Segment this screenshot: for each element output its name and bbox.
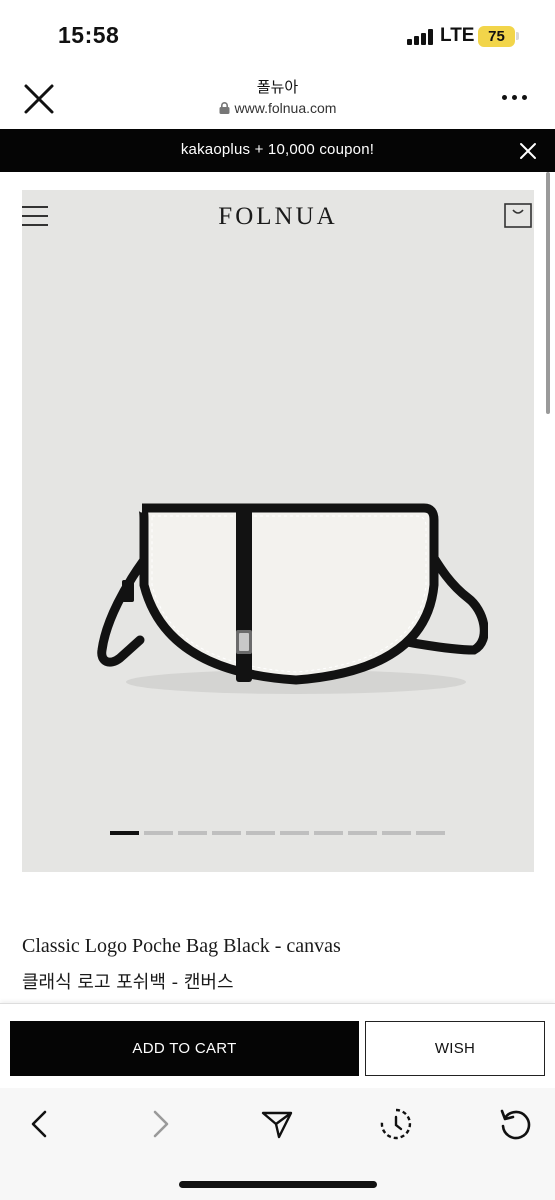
add-to-cart-button[interactable]: ADD TO CART [10, 1021, 359, 1076]
promo-text: kakaoplus + 10,000 coupon! [180, 141, 375, 158]
gallery-pagination [110, 831, 450, 835]
history-icon[interactable] [378, 1106, 414, 1142]
reload-icon[interactable] [497, 1106, 533, 1142]
page-title: 폴뉴아 [256, 78, 299, 96]
shopping-bag-icon[interactable] [504, 203, 532, 228]
home-indicator [179, 1181, 377, 1188]
product-name: Classic Logo Poche Bag Black - canvas [22, 935, 341, 957]
browser-toolbar [0, 1088, 555, 1200]
status-bar: 15:58 LTE 75 [0, 0, 555, 70]
gallery-dot[interactable] [314, 831, 343, 835]
address-bar[interactable]: www.folnua.com [0, 100, 555, 116]
wish-button[interactable]: WISH [365, 1021, 545, 1076]
send-icon[interactable] [259, 1106, 295, 1142]
url-text: www.folnua.com [234, 100, 337, 116]
product-gallery[interactable]: FOLNUA [22, 190, 534, 872]
network-type: LTE [440, 25, 475, 46]
signal-icon [407, 29, 435, 45]
scrollbar[interactable] [546, 172, 550, 414]
gallery-dot[interactable] [110, 831, 139, 835]
chevron-right-icon[interactable] [142, 1106, 178, 1142]
battery-tip [516, 32, 519, 40]
gallery-dot[interactable] [280, 831, 309, 835]
promo-close-icon[interactable] [518, 141, 538, 161]
product-image [97, 503, 488, 694]
more-icon[interactable] [502, 92, 528, 102]
lock-icon [219, 101, 230, 114]
gallery-dot[interactable] [246, 831, 275, 835]
status-time: 15:58 [58, 22, 120, 48]
gallery-dot[interactable] [416, 831, 445, 835]
gallery-dot[interactable] [382, 831, 411, 835]
promo-banner: kakaoplus + 10,000 coupon! [0, 129, 555, 172]
browser-header: 폴뉴아 www.folnua.com [0, 70, 555, 128]
chevron-left-icon[interactable] [22, 1106, 58, 1142]
battery-icon: 75 [478, 26, 515, 47]
gallery-dot[interactable] [144, 831, 173, 835]
purchase-bar: ADD TO CART WISH [0, 1003, 555, 1088]
gallery-dot[interactable] [178, 831, 207, 835]
gallery-dot[interactable] [348, 831, 377, 835]
product-name-korean: 클래식 로고 포쉬백 - 캔버스 [22, 972, 234, 993]
gallery-dot[interactable] [212, 831, 241, 835]
brand-logo[interactable]: FOLNUA [22, 203, 534, 231]
